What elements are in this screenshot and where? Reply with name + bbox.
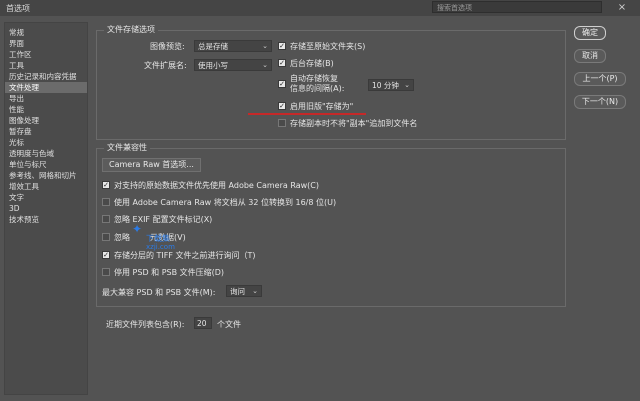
preview-label: 图像预览:: [150, 42, 185, 51]
max-compat-label: 最大兼容 PSD 和 PSB 文件(M):: [102, 288, 216, 297]
camera-raw-prefs-button[interactable]: Camera Raw 首选项...: [102, 158, 201, 172]
compat-title: 文件兼容性: [104, 142, 150, 153]
sidebar-item[interactable]: 性能: [5, 104, 87, 115]
ok-button[interactable]: 确定: [574, 26, 606, 40]
autosave-label: 自动存储恢复 信息的间隔(A):: [290, 74, 345, 93]
prefer-acr-label: 对支持的原始数据文件优先使用 Adobe Camera Raw(C): [114, 181, 319, 190]
background-save-checkbox[interactable]: ✓: [278, 59, 286, 67]
ignore-exif-checkbox[interactable]: [102, 215, 110, 223]
no-copy-suffix-checkbox[interactable]: [278, 119, 286, 127]
sidebar-item[interactable]: 暂存盘: [5, 126, 87, 137]
recent-files-suffix: 个文件: [217, 320, 241, 329]
legacy-save-as-label: 启用旧版"存储为": [290, 102, 354, 111]
sidebar-item[interactable]: 工作区: [5, 49, 87, 60]
chevron-down-icon: ⌄: [262, 61, 268, 69]
preview-select[interactable]: 总是存储 ⌄: [194, 40, 272, 52]
autosave-interval-select[interactable]: 10 分钟 ⌄: [368, 79, 414, 91]
preview-value: 总是存储: [198, 42, 228, 51]
prev-button[interactable]: 上一个(P): [574, 72, 626, 86]
max-compat-value: 询问: [230, 287, 245, 296]
max-compat-select[interactable]: 询问 ⌄: [226, 285, 262, 297]
ignore-rotation-checkbox[interactable]: [102, 233, 110, 241]
no-copy-suffix-label: 存储副本时不将"副本"追加到文件名: [290, 119, 418, 128]
acr-convert-checkbox[interactable]: [102, 198, 110, 206]
sidebar-item[interactable]: 光标: [5, 137, 87, 148]
sidebar-item[interactable]: 界面: [5, 38, 87, 49]
sidebar-item[interactable]: 技术预览: [5, 214, 87, 225]
ask-tiff-label: 存储分层的 TIFF 文件之前进行询问（T): [114, 251, 256, 260]
save-original-label: 存储至原始文件夹(S): [290, 42, 366, 51]
watermark-sub: xzji.com: [146, 243, 175, 251]
ask-tiff-checkbox[interactable]: ✓: [102, 251, 110, 259]
sidebar-item-file-handling[interactable]: 文件处理: [5, 82, 87, 93]
sidebar-item[interactable]: 导出: [5, 93, 87, 104]
chevron-down-icon: ⌄: [404, 81, 410, 89]
ext-value: 使用小写: [198, 61, 228, 70]
cancel-button[interactable]: 取消: [574, 49, 606, 63]
autosave-checkbox[interactable]: ✓: [278, 80, 286, 88]
sidebar-item[interactable]: 增效工具: [5, 181, 87, 192]
ext-label: 文件扩展名:: [144, 61, 187, 70]
chevron-down-icon: ⌄: [262, 42, 268, 50]
sidebar-item[interactable]: 历史记录和内容凭据: [5, 71, 87, 82]
next-button[interactable]: 下一个(N): [574, 95, 626, 109]
prefer-acr-checkbox[interactable]: ✓: [102, 181, 110, 189]
search-input[interactable]: 搜索首选项: [432, 1, 602, 13]
disable-compression-label: 停用 PSD 和 PSB 文件压缩(D): [114, 268, 225, 277]
chevron-down-icon: ⌄: [252, 287, 258, 295]
acr-convert-label: 使用 Adobe Camera Raw 将文档从 32 位转换到 16/8 位(…: [114, 198, 337, 207]
save-original-checkbox[interactable]: ✓: [278, 42, 286, 50]
sidebar-item[interactable]: 文字: [5, 192, 87, 203]
background-save-label: 后台存储(B): [290, 59, 334, 68]
sidebar-item[interactable]: 3D: [5, 203, 87, 214]
recent-files-label: 近期文件列表包含(R):: [106, 320, 185, 329]
recent-files-input[interactable]: 20: [194, 317, 212, 329]
highlight-underline: [248, 113, 366, 115]
window-title: 首选项: [6, 4, 30, 13]
ignore-rotation-label: 忽略: [114, 233, 130, 242]
watermark-logo-icon: ✦: [132, 222, 143, 236]
ext-select[interactable]: 使用小写 ⌄: [194, 59, 272, 71]
legacy-save-as-checkbox[interactable]: ✓: [278, 102, 286, 110]
disable-compression-checkbox[interactable]: [102, 268, 110, 276]
sidebar-item[interactable]: 图像处理: [5, 115, 87, 126]
sidebar-item[interactable]: 参考线、网格和切片: [5, 170, 87, 181]
sidebar: 常规 界面 工作区 工具 历史记录和内容凭据 文件处理 导出 性能 图像处理 暂…: [4, 22, 88, 395]
sidebar-item[interactable]: 透明度与色域: [5, 148, 87, 159]
autosave-interval-value: 10 分钟: [372, 81, 399, 90]
sidebar-item[interactable]: 工具: [5, 60, 87, 71]
sidebar-item[interactable]: 单位与标尺: [5, 159, 87, 170]
close-icon[interactable]: ×: [616, 2, 628, 14]
ignore-exif-label: 忽略 EXIF 配置文件标记(X): [114, 215, 213, 224]
file-save-title: 文件存储选项: [104, 24, 158, 35]
sidebar-item[interactable]: 常规: [5, 27, 87, 38]
